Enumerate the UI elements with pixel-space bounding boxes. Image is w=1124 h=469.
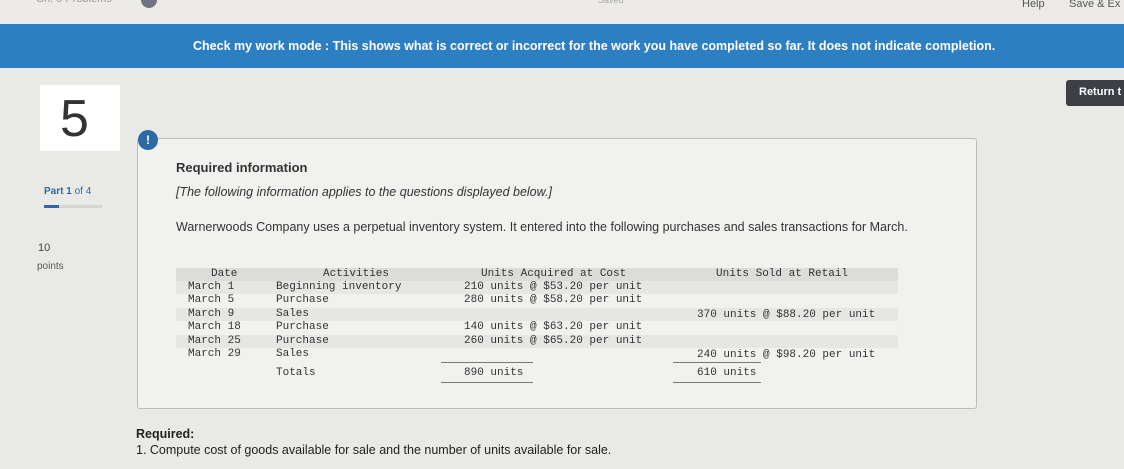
table-cell-activity: Sales [276, 348, 310, 360]
return-to-question-button[interactable]: Return t [1066, 80, 1124, 106]
required-information-title: Required information [176, 160, 308, 175]
table-cell-date: March 9 [188, 308, 235, 320]
banner-text: Check my work mode : This shows what is … [193, 39, 996, 53]
table-cell-activity: Beginning inventory [276, 281, 402, 293]
table-cell-sold: 240 units @ $98.20 per unit [697, 349, 876, 361]
total-acquired: 890 units [464, 367, 524, 379]
question-number: 5 [60, 90, 89, 148]
help-link[interactable]: Help [1022, 0, 1045, 10]
top-bar [0, 0, 1124, 24]
part-progress-fill [44, 205, 59, 208]
table-cell-activity: Sales [276, 308, 310, 320]
required-label: Required: [136, 427, 195, 441]
problem-paragraph: Warnerwoods Company uses a perpetual inv… [176, 220, 908, 234]
applies-note: [The following information applies to th… [176, 185, 552, 199]
points-label: points [37, 261, 64, 272]
total-sold-underline [673, 362, 761, 363]
table-cell-date: March 1 [188, 281, 235, 293]
table-cell-acquired: 210 units @ $53.20 per unit [464, 281, 643, 293]
alert-icon: ! [138, 130, 158, 150]
points-value: 10 [38, 242, 51, 254]
table-cell-activity: Purchase [276, 294, 329, 306]
total-acquired-underline [441, 362, 533, 363]
table-cell-acquired: 280 units @ $58.20 per unit [464, 294, 643, 306]
table-cell-activity: Purchase [276, 321, 329, 333]
total-acquired-double-underline [441, 382, 533, 383]
table-cell-date: March 18 [188, 321, 241, 333]
return-button-label: Return t [1079, 86, 1122, 98]
table-cell-date: March 5 [188, 294, 235, 306]
table-header-acquired: Units Acquired at Cost [481, 268, 627, 280]
table-header-date: Date [211, 268, 238, 280]
table-cell-acquired: 260 units @ $65.20 per unit [464, 335, 643, 347]
table-cell-sold: 370 units @ $88.20 per unit [697, 309, 876, 321]
chapter-problems-link[interactable]: Ch. 5 Problems [36, 0, 112, 5]
totals-label: Totals [276, 367, 316, 379]
table-header-activities: Activities [323, 268, 390, 280]
total-sold: 610 units [697, 367, 757, 379]
required-item-1: 1. Compute cost of goods available for s… [136, 443, 612, 457]
table-cell-activity: Purchase [276, 335, 329, 347]
table-cell-date: March 29 [188, 348, 241, 360]
saved-status: Saved [598, 0, 624, 5]
table-header-sold: Units Sold at Retail [716, 268, 849, 280]
part-label: Part 1 of 4 [44, 186, 92, 197]
total-sold-double-underline [673, 382, 761, 383]
table-cell-date: March 25 [188, 335, 241, 347]
part-progress-bar [44, 205, 102, 208]
save-exit-button[interactable]: Save & Ex [1069, 0, 1120, 10]
check-my-work-banner: Check my work mode : This shows what is … [0, 24, 1124, 68]
table-cell-acquired: 140 units @ $63.20 per unit [464, 321, 643, 333]
